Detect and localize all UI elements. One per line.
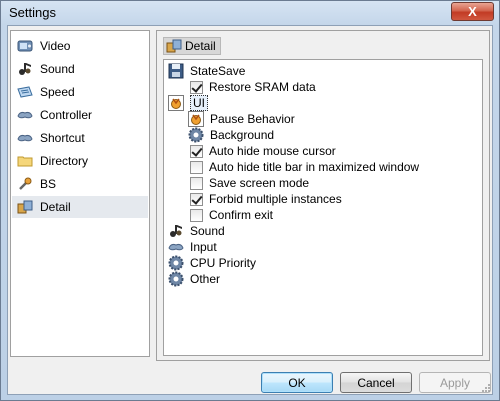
close-button[interactable]: X	[451, 2, 494, 21]
bs-icon	[19, 177, 32, 190]
folder-icon	[17, 156, 33, 167]
tree-label: StateSave	[190, 64, 246, 78]
tree-node-pause-behavior[interactable]: Pause Behavior	[188, 111, 295, 127]
speed-icon	[17, 86, 33, 98]
option-label: Auto hide title bar in maximized window	[209, 160, 420, 174]
save-screen-mode-checkbox[interactable]	[190, 176, 203, 190]
nav-item-label: Speed	[40, 85, 75, 99]
forbid-multiple-option[interactable]: Forbid multiple instances	[190, 191, 342, 207]
sound-icon	[19, 63, 31, 75]
nav-item-detail[interactable]: Detail	[12, 196, 148, 218]
tree-label: Pause Behavior	[210, 112, 295, 126]
detail-icon	[166, 39, 182, 53]
restore-sram-option[interactable]: Restore SRAM data	[190, 79, 316, 95]
panel-title: Detail	[185, 39, 216, 53]
gear-icon	[168, 271, 184, 287]
confirm-exit-option[interactable]: Confirm exit	[190, 207, 273, 223]
detail-icon	[17, 200, 33, 214]
tree-label: UI	[190, 95, 208, 111]
cancel-button[interactable]: Cancel	[340, 372, 412, 393]
forbid-multiple-checkbox[interactable]	[190, 192, 203, 206]
tree-node-statesave[interactable]: StateSave	[168, 63, 245, 79]
category-list[interactable]: Video Sound Speed Controller Shortcut Di…	[10, 30, 150, 357]
ui-icon	[168, 95, 184, 111]
tree-node-input[interactable]: Input	[168, 239, 217, 255]
nav-item-label: Controller	[40, 108, 93, 122]
nav-item-sound[interactable]: Sound	[12, 58, 148, 80]
nav-item-controller[interactable]: Controller	[12, 104, 148, 126]
tree-node-other[interactable]: Other	[168, 271, 220, 287]
tree-node-sound[interactable]: Sound	[168, 223, 225, 239]
option-label: Restore SRAM data	[209, 80, 316, 94]
auto-hide-cursor-option[interactable]: Auto hide mouse cursor	[190, 143, 336, 159]
tree-label: Input	[190, 240, 217, 254]
nav-item-label: Directory	[40, 154, 89, 168]
tree-label: CPU Priority	[190, 256, 257, 270]
settings-tree[interactable]: StateSave Restore SRAM data UI Pause Beh…	[163, 59, 483, 356]
title-bar[interactable]: Settings X	[1, 1, 499, 25]
nav-item-label: Sound	[40, 62, 75, 76]
save-screen-mode-option[interactable]: Save screen mode	[190, 175, 309, 191]
auto-hide-titlebar-option[interactable]: Auto hide title bar in maximized window	[190, 159, 419, 175]
sound-icon	[170, 225, 182, 237]
tree-node-background[interactable]: Background	[188, 127, 274, 143]
floppy-disk-icon	[168, 63, 184, 79]
nav-item-directory[interactable]: Directory	[12, 150, 148, 172]
ok-button[interactable]: OK	[261, 372, 333, 393]
tree-label: Background	[210, 128, 275, 142]
confirm-exit-checkbox[interactable]	[190, 208, 203, 222]
nav-item-label: Detail	[40, 200, 71, 214]
auto-hide-titlebar-checkbox[interactable]	[190, 160, 203, 174]
tree-node-cpu-priority[interactable]: CPU Priority	[168, 255, 256, 271]
gear-icon	[188, 127, 204, 143]
auto-hide-cursor-checkbox[interactable]	[190, 144, 203, 158]
nav-item-bs[interactable]: BS	[12, 173, 148, 195]
controller-icon	[17, 111, 33, 119]
dialog-client: Video Sound Speed Controller Shortcut Di…	[7, 25, 493, 395]
panel-header: Detail	[163, 37, 221, 55]
window-title: Settings	[9, 5, 56, 20]
tree-node-ui[interactable]: UI	[168, 95, 208, 111]
option-label: Forbid multiple instances	[209, 192, 342, 206]
shortcut-icon	[17, 134, 33, 142]
option-label: Auto hide mouse cursor	[209, 144, 336, 158]
nav-item-shortcut[interactable]: Shortcut	[12, 127, 148, 149]
pause-behavior-icon	[188, 111, 204, 127]
nav-item-label: Shortcut	[40, 131, 85, 145]
restore-sram-checkbox[interactable]	[190, 80, 203, 94]
tree-label: Other	[190, 272, 221, 286]
resize-grip-icon[interactable]	[481, 383, 491, 393]
settings-window: Settings X Video Sound Speed Controller …	[0, 0, 500, 401]
controller-icon	[168, 243, 184, 251]
option-label: Save screen mode	[209, 176, 310, 190]
detail-panel: Detail StateSave Restore SRAM data UI Pa…	[156, 30, 490, 361]
option-label: Confirm exit	[209, 208, 274, 222]
close-icon: X	[468, 4, 477, 19]
nav-item-label: Video	[40, 39, 71, 53]
nav-item-speed[interactable]: Speed	[12, 81, 148, 103]
nav-item-label: BS	[40, 177, 57, 191]
nav-item-video[interactable]: Video	[12, 35, 148, 57]
video-icon	[17, 40, 33, 52]
gear-icon	[168, 255, 184, 271]
tree-label: Sound	[190, 224, 225, 238]
